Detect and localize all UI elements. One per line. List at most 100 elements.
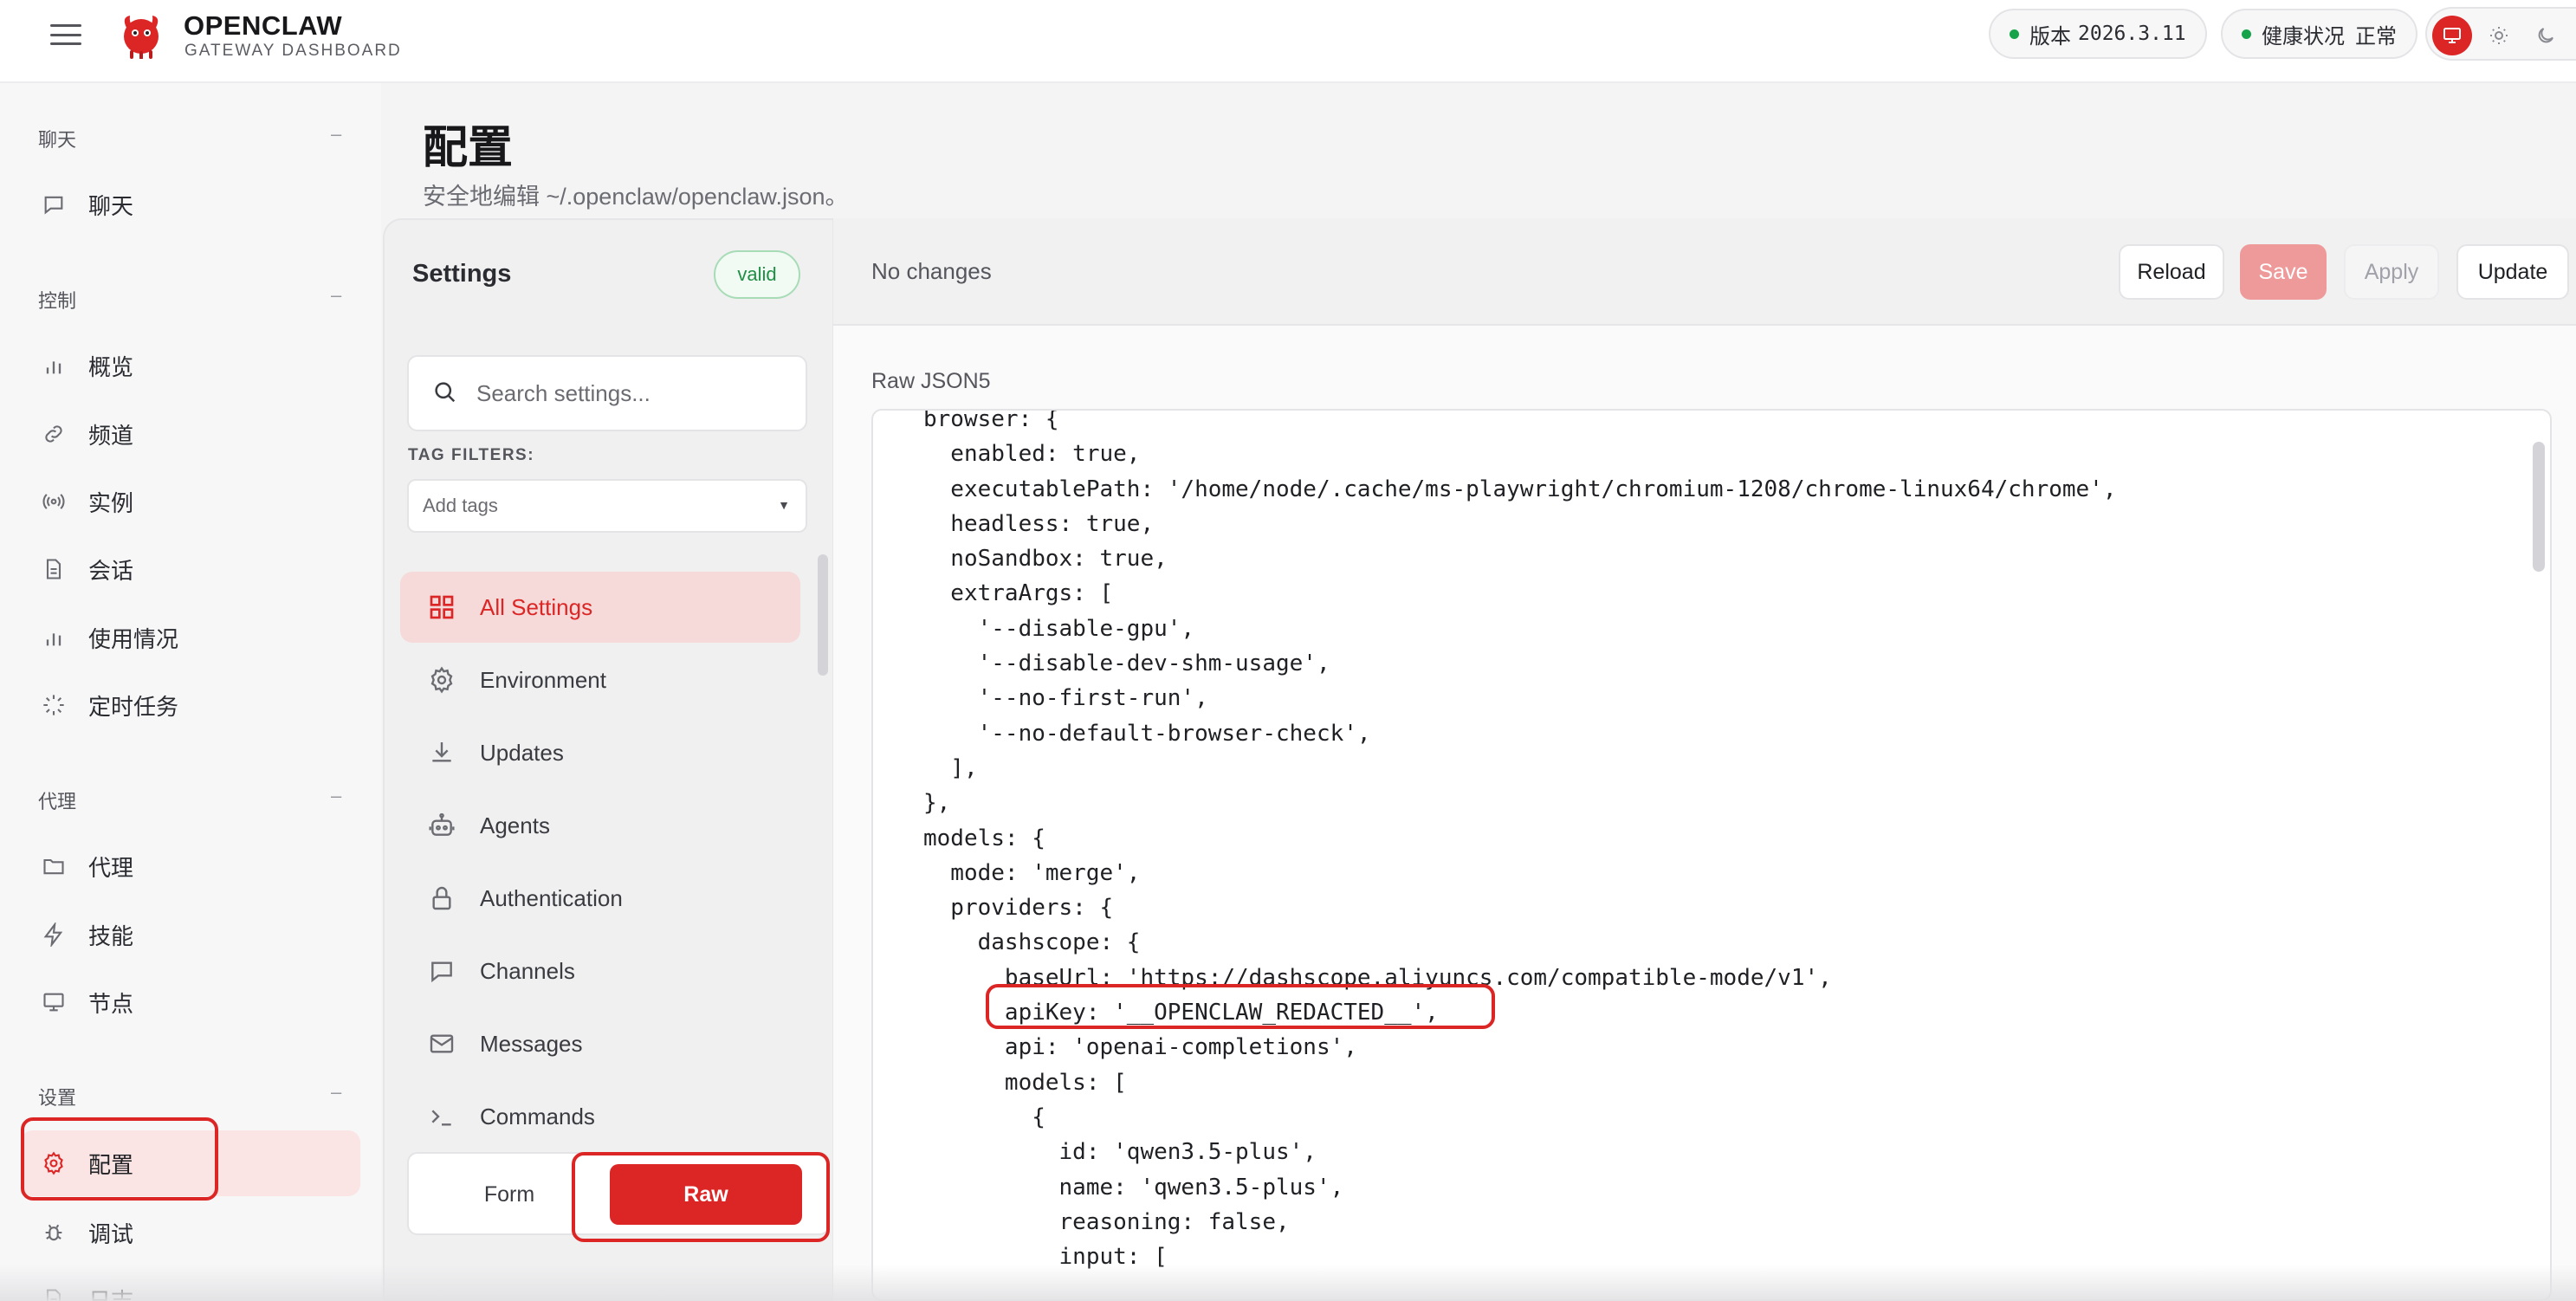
code-line: models: [ — [923, 1069, 1127, 1096]
collapse-icon[interactable]: – — [331, 284, 341, 307]
sidebar-item-agents[interactable]: 代理 — [21, 833, 360, 899]
sidebar-item-label: 实例 — [88, 489, 134, 516]
sidebar-item-cron[interactable]: 定时任务 — [21, 672, 360, 738]
sidebar-item-label: 定时任务 — [88, 693, 179, 720]
raw-mode-button[interactable]: Raw — [610, 1164, 802, 1225]
gear-icon — [40, 1149, 68, 1177]
sidebar-item-label: 配置 — [88, 1151, 134, 1178]
editor-scrollbar[interactable] — [2533, 442, 2545, 572]
sidebar-item-chat[interactable]: 聊天 — [21, 172, 360, 237]
theme-switcher — [2425, 7, 2576, 61]
form-mode-button[interactable]: Form — [423, 1164, 596, 1225]
sidebar-item-label: 技能 — [88, 922, 134, 949]
moon-theme-icon[interactable] — [2526, 16, 2566, 55]
download-icon — [426, 737, 457, 768]
bar-chart-icon — [40, 624, 68, 651]
code-line: noSandbox: true, — [923, 546, 1168, 573]
category-label: Environment — [480, 666, 606, 693]
category-label: Channels — [480, 957, 575, 984]
collapse-icon[interactable]: – — [331, 1081, 341, 1104]
category-label: Updates — [480, 739, 564, 766]
code-line: '--disable-gpu', — [923, 615, 1195, 642]
sidebar-item-nodes[interactable]: 节点 — [21, 969, 360, 1035]
sidebar-item-label: 概览 — [88, 353, 134, 380]
status-dot-icon — [2242, 29, 2251, 39]
category-channels[interactable]: Channels — [400, 935, 800, 1006]
sidebar-item-skills[interactable]: 技能 — [21, 902, 360, 968]
sidebar-item-sessions[interactable]: 会话 — [21, 536, 360, 602]
sun-theme-icon[interactable] — [2479, 16, 2519, 55]
category-scrollbar[interactable] — [818, 554, 828, 676]
tag-filter-select[interactable]: Add tags ▼ — [407, 479, 807, 533]
category-label: Agents — [480, 812, 550, 838]
tag-select-placeholder: Add tags — [423, 495, 498, 516]
sidebar-item-usage[interactable]: 使用情况 — [21, 605, 360, 670]
sidebar-item-channels[interactable]: 频道 — [21, 401, 360, 467]
code-line: api: 'openai-completions', — [923, 1034, 1357, 1061]
terminal-icon — [426, 1101, 457, 1132]
page-title: 配置 — [423, 123, 514, 173]
lock-icon — [426, 883, 457, 914]
save-button[interactable]: Save — [2240, 244, 2327, 300]
category-authentication[interactable]: Authentication — [400, 863, 800, 934]
collapse-icon[interactable]: – — [331, 123, 341, 146]
category-agents[interactable]: Agents — [400, 790, 800, 861]
code-line: browser: { — [923, 409, 1059, 432]
category-messages[interactable]: Messages — [400, 1008, 800, 1079]
category-all-settings[interactable]: All Settings — [400, 572, 800, 643]
code-line: extraArgs: [ — [923, 580, 1114, 607]
grid-icon — [426, 592, 457, 623]
radio-signal-icon — [40, 488, 68, 515]
sidebar-item-label: 调试 — [88, 1220, 134, 1247]
update-button[interactable]: Update — [2456, 244, 2569, 300]
code-line: reasoning: false, — [923, 1208, 1290, 1235]
code-line: '--no-default-browser-check', — [923, 720, 1371, 747]
version-pill: 版本 2026.3.11 — [1989, 9, 2207, 59]
health-label: 健康状况 — [2262, 24, 2345, 49]
sidebar-item-label: 聊天 — [88, 192, 134, 219]
robot-icon — [426, 810, 457, 841]
reload-button[interactable]: Reload — [2119, 244, 2224, 300]
search-input[interactable] — [476, 379, 788, 407]
mail-icon — [426, 1028, 457, 1059]
code-line: { — [923, 1104, 1045, 1130]
search-settings-box[interactable] — [407, 355, 807, 431]
code-line: executablePath: '/home/node/.cache/ms-pl… — [923, 476, 2117, 502]
section-title-agents: 代理 — [38, 791, 77, 812]
code-line: name: 'qwen3.5-plus', — [923, 1174, 1344, 1201]
status-dot-icon — [2010, 29, 2019, 39]
code-line: headless: true, — [923, 510, 1155, 537]
section-title-chat: 聊天 — [38, 129, 77, 151]
sidebar-item-config[interactable]: 配置 — [21, 1130, 360, 1196]
code-line: ], — [923, 754, 978, 781]
raw-json-label: Raw JSON5 — [871, 369, 991, 393]
apply-button[interactable]: Apply — [2344, 244, 2439, 300]
sidebar-item-instances[interactable]: 实例 — [21, 469, 360, 534]
raw-json-editor[interactable]: browser: { enabled: true, executablePath… — [871, 409, 2552, 1301]
category-updates[interactable]: Updates — [400, 717, 800, 788]
chevron-down-icon: ▼ — [778, 498, 790, 512]
brand-title: OPENCLAW — [184, 10, 343, 41]
version-label: 版本 — [2029, 24, 2071, 49]
monitor-theme-icon[interactable] — [2432, 16, 2472, 55]
loader-icon — [40, 691, 68, 719]
category-label: All Settings — [480, 593, 593, 620]
collapse-icon[interactable]: – — [331, 785, 341, 807]
document-icon — [40, 555, 68, 583]
category-commands[interactable]: Commands — [400, 1081, 800, 1152]
health-pill: 健康状况 正常 — [2221, 9, 2417, 59]
sidebar-item-overview[interactable]: 概览 — [21, 333, 360, 398]
monitor-icon — [40, 988, 68, 1016]
chat-bubble-icon — [40, 191, 68, 218]
window-bottom-edge — [0, 1265, 2576, 1301]
code-line: id: 'qwen3.5-plus', — [923, 1139, 1317, 1166]
sidebar-item-debug[interactable]: 调试 — [21, 1200, 360, 1265]
category-environment[interactable]: Environment — [400, 644, 800, 715]
mode-toggle: Form Raw — [407, 1152, 830, 1235]
code-content[interactable]: browser: { enabled: true, executablePath… — [923, 409, 2117, 1274]
code-line: enabled: true, — [923, 441, 1141, 468]
bug-icon — [40, 1219, 68, 1246]
settings-heading: Settings — [412, 260, 512, 288]
menu-toggle-icon[interactable] — [50, 23, 81, 47]
category-label: Commands — [480, 1103, 595, 1129]
